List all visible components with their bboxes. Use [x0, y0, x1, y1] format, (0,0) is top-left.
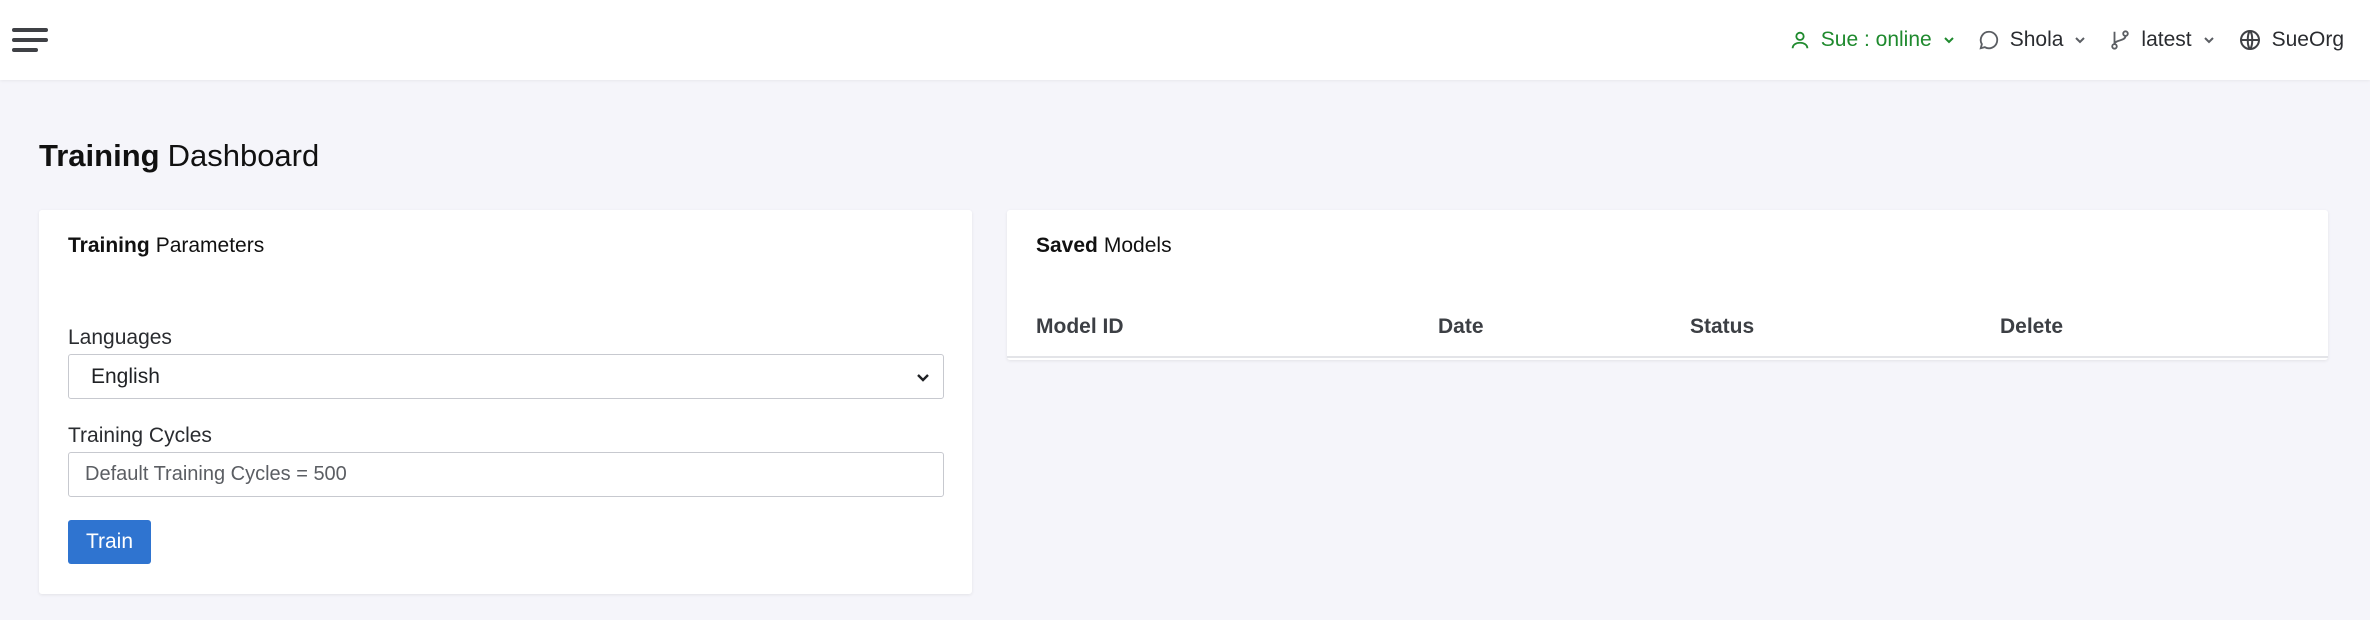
agent-dropdown[interactable]: Shola: [1978, 28, 2088, 52]
globe-icon: [2239, 30, 2260, 50]
org-selector[interactable]: SueOrg: [2238, 28, 2344, 52]
column-header-status: Status: [1690, 315, 1755, 338]
page-title: Training Dashboard: [39, 138, 319, 174]
card-title-rest: Parameters: [155, 234, 265, 257]
top-bar: Sue : online Shola latest SueOrg: [0, 0, 2370, 80]
table-header-divider: [1007, 356, 2328, 358]
top-nav-right: Sue : online Shola latest SueOrg: [1789, 28, 2344, 52]
training-cycles-label: Training Cycles: [68, 424, 212, 447]
card-title-bold: Saved: [1036, 234, 1098, 257]
card-title-rest: Models: [1103, 234, 1172, 257]
page-title-rest: Dashboard: [167, 138, 320, 173]
chevron-down-icon: [2075, 37, 2086, 44]
saved-models-title: Saved Models: [1036, 234, 1172, 258]
chevron-down-icon: [2203, 37, 2214, 44]
chevron-down-icon: [1943, 37, 1954, 44]
column-header-date: Date: [1438, 315, 1484, 338]
training-parameters-card: Training Parameters Languages English Tra…: [39, 210, 972, 594]
languages-select[interactable]: English: [68, 354, 944, 399]
user-status-dropdown[interactable]: Sue : online: [1789, 28, 1956, 52]
git-branch-icon: [2111, 30, 2130, 50]
card-title-bold: Training: [68, 234, 150, 257]
hamburger-menu-icon[interactable]: [12, 25, 50, 55]
languages-label: Languages: [68, 326, 172, 349]
user-icon: [1791, 31, 1809, 49]
column-header-delete: Delete: [2000, 315, 2064, 338]
train-button[interactable]: Train: [68, 520, 151, 564]
page-title-bold: Training: [39, 138, 160, 173]
column-header-model-id: Model ID: [1036, 315, 1124, 338]
org-label: SueOrg: [2271, 28, 2344, 51]
languages-selected-value: English: [91, 364, 160, 388]
chat-bubble-icon: [1979, 30, 1998, 50]
user-status-label: Sue : online: [1820, 28, 1932, 51]
training-cycles-input[interactable]: [68, 452, 944, 497]
version-label: latest: [2141, 28, 2192, 51]
version-dropdown[interactable]: latest: [2109, 28, 2215, 52]
chevron-down-icon: [917, 373, 929, 382]
saved-models-card: Saved Models Model ID Date Status Delete: [1007, 210, 2328, 360]
training-parameters-title: Training Parameters: [68, 234, 264, 258]
agent-label: Shola: [2009, 28, 2064, 51]
